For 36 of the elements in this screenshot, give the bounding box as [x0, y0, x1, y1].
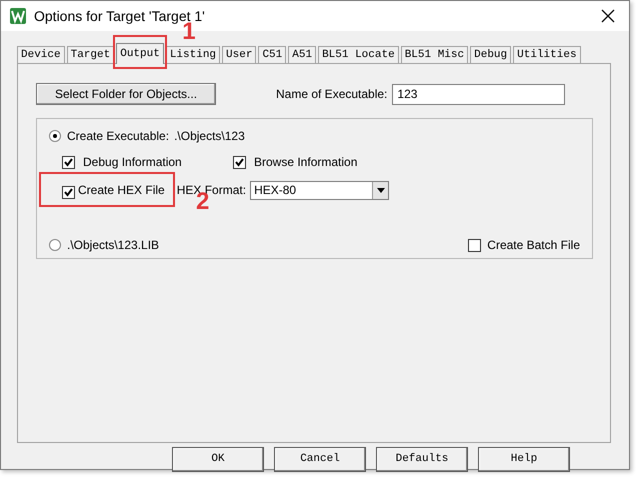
path-text: .\Objects\123 — [174, 128, 245, 145]
tab[interactable]: BL51 Locate — [318, 46, 399, 63]
tab[interactable]: Device — [17, 46, 65, 63]
close-icon[interactable] — [601, 9, 615, 23]
ok-button[interactable]: OK — [172, 447, 264, 472]
dropdown[interactable]: HEX-80 — [250, 180, 390, 200]
app-icon — [10, 8, 26, 24]
tab[interactable]: Listing — [166, 46, 220, 63]
tab[interactable]: A51 — [288, 46, 316, 63]
tab[interactable]: BL51 Misc — [400, 46, 468, 63]
checkbox[interactable] — [468, 238, 482, 252]
tab[interactable]: User — [222, 46, 256, 63]
tab[interactable]: Output — [116, 43, 164, 64]
tab[interactable]: C51 — [258, 46, 286, 63]
option-label[interactable]: Create Executable: — [67, 127, 170, 145]
checkbox[interactable] — [62, 186, 75, 199]
checkbox-label[interactable]: Create HEX File — [78, 181, 165, 199]
tab[interactable]: Utilities — [513, 46, 581, 63]
input-field[interactable]: 123 — [392, 84, 566, 104]
cancel-button[interactable]: Cancel — [274, 447, 366, 472]
field-label: Name of Executable: — [276, 86, 388, 103]
checkbox-label[interactable]: Create Batch File — [487, 236, 580, 254]
radio-button[interactable] — [49, 239, 61, 251]
tab[interactable]: Target — [66, 46, 114, 63]
defaults-button[interactable]: Defaults — [376, 447, 468, 472]
tab[interactable]: Debug — [470, 46, 512, 63]
help-button[interactable]: Help — [478, 447, 570, 472]
radio-button[interactable] — [49, 130, 61, 142]
select-folder-button[interactable]: Select Folder for Objects... — [36, 83, 216, 105]
caret-icon — [376, 188, 385, 192]
checkbox-label[interactable]: Debug Information — [83, 153, 233, 171]
checkbox-label[interactable]: Browse Information — [254, 153, 358, 171]
checkbox[interactable] — [62, 156, 75, 168]
option-label[interactable]: .\Objects\123.LIB — [67, 236, 160, 254]
checkbox[interactable] — [233, 156, 246, 168]
highlight-box — [113, 35, 167, 69]
